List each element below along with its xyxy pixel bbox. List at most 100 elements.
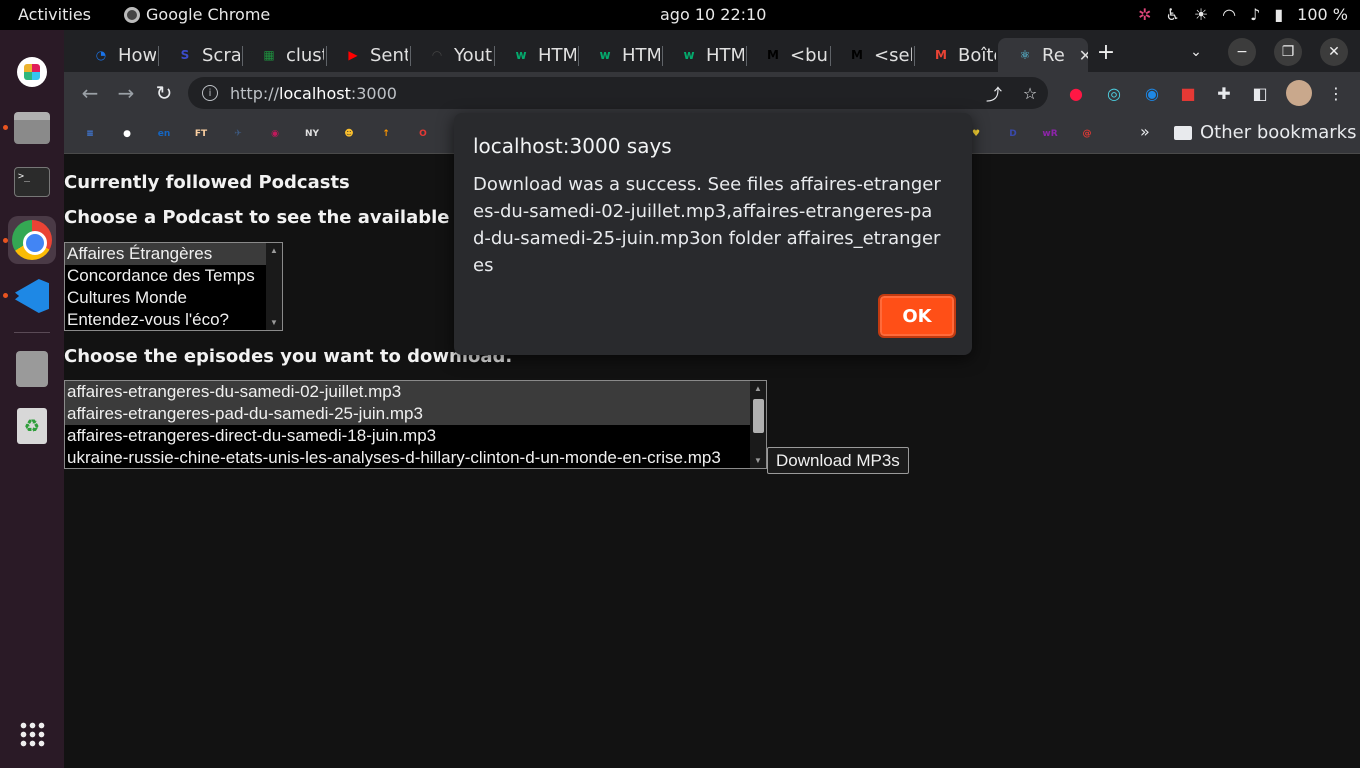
scroll-down-arrow[interactable]: ▼ [754, 456, 762, 465]
podcast-select[interactable]: Affaires Étrangères Concordance des Temps… [64, 242, 283, 331]
podcast-option[interactable]: Cultures Monde [65, 287, 282, 309]
ok-button[interactable]: OK [878, 294, 956, 338]
bookmark-1-icon[interactable]: ≡ [80, 124, 100, 144]
bookmark-10-icon[interactable]: O [413, 124, 433, 144]
extension-glasses-icon[interactable]: ◎ [1104, 83, 1124, 103]
dialog-message: Download was a success. See files affair… [473, 174, 941, 276]
share-icon[interactable]: ⤴ [984, 83, 1004, 104]
app-name: Google Chrome [146, 5, 271, 24]
forward-button[interactable]: → [114, 81, 138, 105]
slack-tray-icon[interactable]: ✲ [1138, 5, 1151, 24]
volume-icon[interactable]: ♪ [1250, 5, 1260, 24]
tab-8[interactable]: w HTM [662, 38, 744, 72]
tab-label: HTM [706, 44, 744, 66]
bookmark-star-icon[interactable]: ☆ [1020, 83, 1040, 103]
episode-option[interactable]: affaires-etrangeres-direct-du-samedi-18-… [65, 425, 766, 447]
tab-2[interactable]: S Scra [158, 38, 240, 72]
show-apps-button[interactable] [8, 710, 56, 758]
trash-launcher[interactable]: ♻ [8, 402, 56, 450]
tab-search-button[interactable]: ⌄ [1182, 38, 1210, 66]
tab-12[interactable]: ⚛ Re ✕ [998, 38, 1088, 72]
clock[interactable]: ago 10 22:10 [660, 5, 766, 24]
site-info-icon[interactable]: i [202, 85, 218, 101]
tab-favicon-icon: ▶ [348, 48, 358, 62]
podcast-select-scrollbar[interactable]: ▲ ▼ [266, 243, 282, 330]
back-button[interactable]: ← [78, 81, 102, 105]
tab-favicon-icon: S [180, 48, 190, 62]
tab-label: How [118, 44, 156, 66]
address-bar[interactable]: i http://localhost:3000 [188, 77, 1048, 109]
battery-icon[interactable]: ▮ [1274, 5, 1283, 24]
bookmarks-overflow-chevron[interactable]: » [1140, 122, 1150, 141]
scroll-down-arrow[interactable]: ▼ [270, 318, 278, 327]
bookmark-right-4-icon[interactable]: @ [1077, 124, 1097, 144]
maximize-button[interactable]: ❐ [1274, 38, 1302, 66]
wifi-icon[interactable]: ◠ [1222, 5, 1236, 24]
episode-option[interactable]: affaires-etrangeres-pad-du-samedi-25-jui… [65, 403, 766, 425]
battery-percent[interactable]: 100 % [1297, 5, 1348, 24]
extension-red-icon[interactable]: ■ [1178, 83, 1198, 103]
new-tab-button[interactable]: + [1092, 38, 1120, 66]
tab-5[interactable]: ◠ Yout [410, 38, 492, 72]
other-bookmarks-folder[interactable]: Other bookmarks [1174, 122, 1356, 143]
system-top-bar: Activities Google Chrome ago 10 22:10 ✲ … [0, 0, 1360, 30]
tab-9[interactable]: M <but [746, 38, 828, 72]
extension-shazam-icon[interactable]: ◉ [1142, 83, 1162, 103]
minimize-button[interactable]: − [1228, 38, 1256, 66]
close-window-button[interactable]: ✕ [1320, 38, 1348, 66]
app-menu[interactable]: Google Chrome [124, 5, 270, 24]
bookmark-9-icon[interactable]: ↑ [376, 124, 396, 144]
podcast-option[interactable]: Entendez-vous l'éco? [65, 309, 282, 330]
scroll-up-arrow[interactable]: ▲ [270, 246, 278, 255]
disk-launcher[interactable] [8, 345, 56, 393]
podcast-option[interactable]: Affaires Étrangères [65, 243, 282, 265]
reload-button[interactable]: ↻ [152, 81, 176, 105]
podcast-option[interactable]: Concordance des Temps [65, 265, 282, 287]
dock-separator [14, 332, 50, 333]
scroll-thumb[interactable] [753, 399, 764, 433]
download-mp3s-button[interactable]: Download MP3s [767, 447, 909, 474]
bookmark-8-icon[interactable]: ☻ [339, 124, 359, 144]
chrome-launcher[interactable] [8, 216, 56, 264]
bookmark-5-icon[interactable]: ✈ [228, 124, 248, 144]
bookmark-3-icon[interactable]: en [154, 124, 174, 144]
tab-1[interactable]: ◔ How [74, 38, 156, 72]
tab-11[interactable]: M Boîte [914, 38, 996, 72]
tab-10[interactable]: M <sele [830, 38, 912, 72]
slack-launcher[interactable] [8, 48, 56, 96]
tab-7[interactable]: w HTM [578, 38, 660, 72]
extensions-puzzle-icon[interactable]: ✚ [1214, 83, 1234, 103]
activities-button[interactable]: Activities [18, 5, 91, 24]
terminal-launcher[interactable]: >_ [8, 158, 56, 206]
tab-6[interactable]: w HTM [494, 38, 576, 72]
bookmark-4-icon[interactable]: FT [191, 124, 211, 144]
side-panel-icon[interactable]: ◧ [1250, 83, 1270, 103]
tab-favicon-icon: ◠ [432, 48, 442, 62]
tab-favicon-icon: M [935, 48, 947, 62]
menu-kebab-icon[interactable]: ⋮ [1326, 83, 1346, 103]
files-launcher[interactable] [8, 104, 56, 152]
bookmark-right-2-icon[interactable]: D [1003, 124, 1023, 144]
bookmark-2-icon[interactable]: ● [117, 124, 137, 144]
bookmark-7-icon[interactable]: NY [302, 124, 322, 144]
tab-3[interactable]: ▦ clust [242, 38, 324, 72]
system-tray[interactable]: ✲ ♿ ☀ ◠ ♪ ▮ 100 % [1138, 5, 1348, 24]
tab-close-icon[interactable]: ✕ [1079, 46, 1088, 65]
episode-option[interactable]: ukraine-russie-chine-etats-unis-les-anal… [65, 447, 766, 468]
episode-select-scrollbar[interactable]: ▲ ▼ [750, 381, 766, 468]
accessibility-icon[interactable]: ♿ [1165, 5, 1179, 24]
episode-option[interactable]: affaires-etrangeres-du-samedi-02-juillet… [65, 381, 766, 403]
vscode-launcher[interactable] [8, 272, 56, 320]
bookmark-6-icon[interactable]: ◉ [265, 124, 285, 144]
bookmark-right-3-icon[interactable]: wR [1040, 124, 1060, 144]
scroll-up-arrow[interactable]: ▲ [754, 384, 762, 393]
dock: >_ ♻ [0, 30, 64, 768]
profile-avatar[interactable] [1286, 80, 1312, 106]
tab-4[interactable]: ▶ Sent [326, 38, 408, 72]
tab-favicon-icon: ⚛ [1019, 48, 1031, 62]
extension-adblock-icon[interactable]: ● [1066, 83, 1086, 103]
tab-favicon-icon: M [767, 48, 779, 62]
episode-select[interactable]: affaires-etrangeres-du-samedi-02-juillet… [64, 380, 767, 469]
tab-favicon-icon: M [851, 48, 863, 62]
brightness-icon[interactable]: ☀ [1194, 5, 1208, 24]
